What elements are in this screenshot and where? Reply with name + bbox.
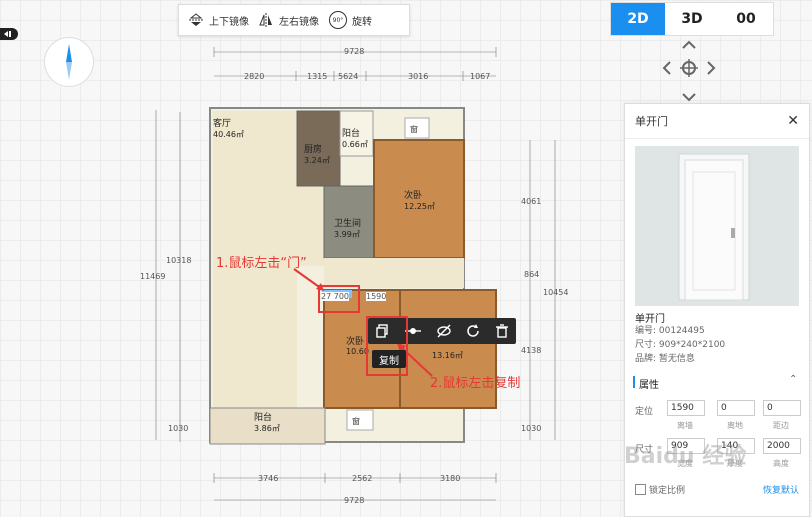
dim-top-segment: 1067 — [470, 72, 491, 81]
window-badge: 窗 — [352, 417, 360, 426]
restore-default-link[interactable]: 恢复默认 — [763, 483, 799, 496]
room-area: 12.25㎡ — [404, 202, 435, 211]
view-2d-button[interactable]: 2D — [611, 3, 665, 35]
edit-toolbar: 上下镜像 左右镜像 90° 旋转 — [178, 4, 410, 36]
room-living[interactable]: 客厅 40.46㎡ — [213, 116, 244, 140]
room-name: 卫生间 — [334, 219, 362, 229]
room-name: 阳台 — [342, 129, 361, 139]
dim-top-segment: 2820 — [244, 72, 265, 81]
room-bathroom[interactable]: 卫生间 3.99㎡ — [334, 216, 361, 240]
position-edge-input[interactable]: 0 — [763, 400, 801, 416]
item-size: 尺寸: 909*240*2100 — [635, 340, 726, 350]
room-bedroom-2[interactable]: 次卧 12.25㎡ — [404, 188, 435, 212]
rotate-icon[interactable] — [466, 324, 480, 338]
rotate-90-icon: 90° — [329, 11, 347, 29]
rotate-label: 旋转 — [352, 16, 372, 28]
room-area: 3.24㎡ — [304, 156, 330, 165]
dim-right-total: 10454 — [543, 288, 569, 297]
flip-vertical-button[interactable]: 上下镜像 — [189, 13, 249, 28]
room-area: 3.86㎡ — [254, 424, 280, 433]
section-marker — [633, 376, 635, 388]
delete-icon[interactable] — [495, 324, 509, 338]
field-caption: 离墙 — [677, 421, 693, 430]
view-mode-toggle: 2D 3D 00 — [610, 2, 774, 36]
window-badge: 窗 — [410, 125, 418, 134]
field-caption: 距边 — [773, 421, 789, 430]
dim-right-a: 4061 — [521, 197, 542, 206]
collapse-icon — [4, 31, 11, 37]
room-area: 3.99㎡ — [334, 230, 360, 239]
dim-top-segment: 3016 — [408, 72, 429, 81]
flip-horizontal-label: 左右镜像 — [279, 16, 319, 28]
room-area: 0.66㎡ — [342, 140, 368, 149]
hide-icon[interactable] — [436, 324, 452, 338]
dim-left-bottom: 1030 — [168, 424, 189, 433]
panel-header: 单开门 ✕ — [625, 104, 809, 139]
copy-tooltip: 复制 — [372, 350, 406, 368]
close-icon[interactable]: ✕ — [787, 113, 799, 129]
watermark: Baidu 经验 — [624, 444, 747, 469]
dim-right-c: 4138 — [521, 346, 542, 355]
dim-right-d: 1030 — [521, 424, 542, 433]
compass-icon — [66, 44, 72, 80]
position-distance-input[interactable]: 1590 — [667, 400, 705, 416]
view-3d-button[interactable]: 3D — [665, 3, 719, 35]
lock-ratio-checkbox[interactable] — [635, 484, 646, 495]
dim-left-inner: 10318 — [166, 256, 192, 265]
item-code: 编号: 00124495 — [635, 326, 705, 336]
section-title: 属性 — [639, 380, 659, 391]
room-name: 次卧 — [404, 191, 423, 201]
field-caption: 高度 — [773, 459, 789, 468]
room-name: 厨房 — [304, 145, 323, 155]
room-name: 客厅 — [213, 119, 232, 129]
dim-top-total: 9728 — [344, 47, 365, 56]
compass[interactable] — [44, 37, 94, 87]
view-navigation-pad[interactable] — [662, 40, 716, 102]
flip-vertical-label: 上下镜像 — [209, 16, 249, 28]
dim-bottom-segment: 3180 — [440, 474, 461, 483]
room-balcony-top[interactable]: 阳台 0.66㎡ — [342, 126, 368, 150]
room-bedroom-4[interactable]: 13.16㎡ — [432, 350, 463, 361]
room-balcony-bottom[interactable]: 阳台 3.86㎡ — [254, 410, 280, 434]
flip-vertical-icon — [189, 13, 203, 26]
dim-bottom-segment: 3746 — [258, 474, 279, 483]
chevron-up-icon[interactable]: ⌃ — [789, 374, 797, 385]
dim-right-b: 864 — [524, 270, 540, 279]
dim-bottom-total: 9728 — [344, 496, 365, 505]
left-panel-toggle[interactable] — [0, 28, 18, 40]
height-input[interactable]: 2000 — [763, 438, 801, 454]
room-area: 13.16㎡ — [432, 351, 463, 360]
item-brand: 品牌: 暂无信息 — [635, 354, 695, 364]
door-image — [678, 153, 750, 301]
room-name: 阳台 — [254, 413, 273, 423]
door-offset-label: 1590 — [366, 292, 387, 301]
annotation-step-2: 2.鼠标左击复制 — [430, 376, 521, 391]
rotate-button[interactable]: 90° 旋转 — [329, 11, 372, 29]
flip-horizontal-button[interactable]: 左右镜像 — [259, 13, 319, 28]
dim-left-outer: 11469 — [140, 272, 166, 281]
room-area: 40.46㎡ — [213, 130, 244, 139]
room-kitchen[interactable]: 厨房 3.24㎡ — [304, 142, 330, 166]
lock-ratio-label: 锁定比例 — [649, 486, 686, 496]
view-other-button[interactable]: 00 — [719, 3, 773, 35]
field-caption: 离地 — [727, 421, 743, 430]
flip-horizontal-icon — [259, 13, 272, 27]
door-thumbnail — [635, 146, 799, 306]
position-label: 定位 — [635, 407, 654, 417]
dim-top-segment: 5624 — [338, 72, 359, 81]
dim-top-segment: 1315 — [307, 72, 328, 81]
panel-title: 单开门 — [635, 115, 668, 128]
annotation-arrow-icon — [293, 268, 324, 291]
dim-bottom-segment: 2562 — [352, 474, 373, 483]
position-height-input[interactable]: 0 — [717, 400, 755, 416]
